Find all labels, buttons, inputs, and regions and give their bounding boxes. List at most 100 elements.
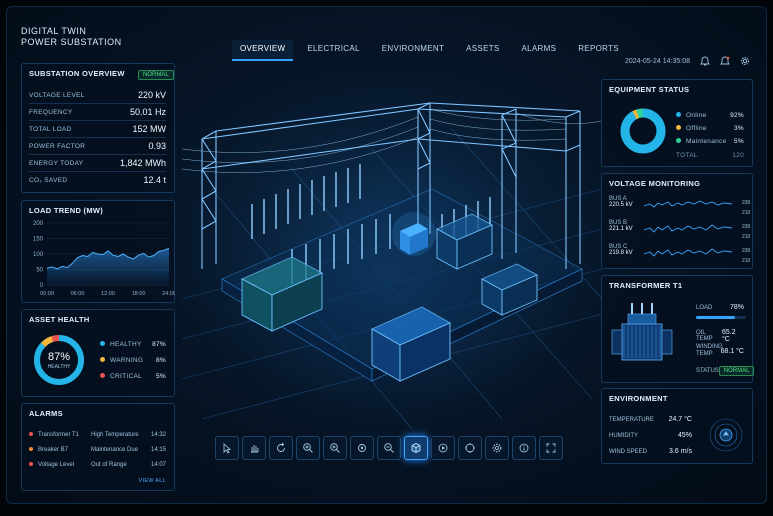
env-value: 24.7 °C [668, 416, 692, 423]
alarm-device: Transformer T1 [38, 432, 80, 438]
cube-icon [411, 443, 421, 453]
env-label: WIND SPEED [609, 448, 648, 455]
gear-icon[interactable] [740, 56, 750, 66]
health-legend-item: HEALTHY 87% [100, 341, 166, 348]
asset-health-title: ASSET HEALTH [29, 315, 90, 324]
bus-tick: 210 [742, 258, 751, 264]
status-badge: NORMAL [138, 70, 174, 80]
equipment-panel: EQUIPMENT STATUS Online 92% Offline 3% Mai… [601, 79, 753, 167]
load-trend-chart: 200 150 100 50 0 00:00 06:00 12:00 18:00 24:00 [33, 221, 175, 297]
zoom-in-alt-button[interactable] [323, 436, 347, 460]
x-tick-label: 24:00 [162, 291, 175, 297]
bus-value: 220.5 kV [609, 202, 633, 208]
env-row: HUMIDITY 45% [609, 432, 692, 439]
alarm-message: High Temperature [91, 432, 139, 438]
view-all-link[interactable]: VIEW ALL [139, 478, 166, 484]
radar-icon [709, 418, 743, 452]
equipment-legend-item: Maintenance 5% [676, 138, 744, 145]
tab-environment[interactable]: ENVIRONMENT [374, 40, 452, 61]
gear-icon [492, 443, 502, 453]
play-button[interactable] [431, 436, 455, 460]
substation-3d-view[interactable] [182, 69, 602, 439]
info-button[interactable] [512, 436, 536, 460]
row-value: 152 MW [132, 124, 166, 134]
alarms-title: ALARMS [29, 409, 63, 418]
equipment-legend-item: Online 92% [676, 112, 744, 119]
x-tick-label: 12:00 [101, 291, 115, 297]
brand-title: DIGITAL TWIN [21, 26, 87, 36]
zoom-in-button[interactable] [296, 436, 320, 460]
zoom-out-icon [384, 443, 394, 453]
row-value: 220 kV [137, 90, 166, 100]
asset-health-panel: ASSET HEALTH 87% HEALTHY HEALTHY 87% WARN… [21, 309, 175, 397]
zoom-out-button[interactable] [377, 436, 401, 460]
hand-icon [251, 445, 259, 453]
brand: DIGITAL TWIN POWER SUBSTATION [21, 26, 122, 48]
oil-temp-row: OIL TEMP 65.2 °C [696, 329, 744, 343]
settings-button[interactable] [485, 436, 509, 460]
3d-view-button[interactable] [404, 436, 428, 460]
y-tick-label: 50 [36, 268, 43, 274]
legend-label: WARNING [110, 357, 144, 364]
view-toolbar [215, 436, 563, 460]
alarm-dot [29, 447, 33, 451]
transformer-panel: TRANSFORMER T1 LOAD 78% OIL TEMP 65.2 °C W… [601, 275, 755, 383]
alarm-time: 14:07 [150, 462, 166, 468]
tab-electrical[interactable]: ELECTRICAL [299, 40, 367, 61]
row-value: 50.01 Hz [129, 107, 166, 117]
alarm-item[interactable]: Breaker B7 Maintenance Due 14:15 [29, 447, 166, 453]
pan-tool-button[interactable] [242, 436, 266, 460]
row-label: TOTAL LOAD [29, 125, 72, 133]
legend-value: 8% [156, 357, 166, 364]
equipment-donut [620, 108, 666, 154]
overview-title: SUBSTATION OVERVIEW [29, 69, 125, 78]
overview-row: VOLTAGE LEVEL 220 kV [29, 90, 166, 100]
row-value: 1,842 MWh [119, 158, 166, 168]
main-nav: OVERVIEW ELECTRICAL ENVIRONMENT ASSETS A… [232, 40, 633, 61]
load-trend-title: LOAD TREND (MW) [29, 206, 104, 215]
tab-reports[interactable]: REPORTS [570, 40, 627, 61]
target-button[interactable] [458, 436, 482, 460]
bell-icon[interactable] [700, 56, 710, 66]
overview-row: CO₂ SAVED 12.4 t [29, 175, 166, 185]
target-icon [465, 443, 475, 453]
transformer-icon [611, 303, 673, 361]
alert-icon[interactable] [720, 56, 730, 66]
zoom-fit-button[interactable] [350, 436, 374, 460]
equipment-title: EQUIPMENT STATUS [609, 85, 690, 94]
env-label: TEMPERATURE [609, 416, 654, 423]
tab-assets[interactable]: ASSETS [458, 40, 507, 61]
legend-value: 3% [734, 125, 744, 132]
fullscreen-button[interactable] [539, 436, 563, 460]
bus-tick: 230 [742, 200, 751, 206]
fullscreen-icon [546, 443, 556, 453]
oil-value: 65.2 °C [722, 329, 736, 343]
alarm-dot [29, 462, 33, 466]
tab-overview[interactable]: OVERVIEW [232, 40, 294, 61]
alarm-message: Maintenance Due [91, 447, 139, 453]
tab-alarms[interactable]: ALARMS [514, 40, 565, 61]
alarm-time: 14:15 [150, 447, 166, 453]
play-icon [438, 443, 448, 453]
legend-dot [676, 125, 681, 130]
cursor-tool-button[interactable] [215, 436, 239, 460]
oil-label: OIL TEMP [696, 330, 713, 342]
datetime: 2024-05-24 14:35:08 [625, 57, 690, 65]
legend-dot [100, 357, 105, 362]
info-icon [519, 443, 529, 453]
winding-label: WINDING TEMP [696, 344, 723, 358]
rotate-tool-button[interactable] [269, 436, 293, 460]
zoom-fit-icon [358, 444, 366, 452]
alarm-item[interactable]: Transformer T1 High Temperature 14:32 [29, 432, 166, 438]
y-tick-label: 100 [33, 252, 44, 258]
legend-dot [676, 138, 681, 143]
legend-label: HEALTHY [110, 341, 142, 348]
overview-row: FREQUENCY 50.01 Hz [29, 107, 166, 117]
equipment-total: TOTAL 120 [676, 152, 744, 159]
zoom-in-alt-icon [330, 443, 340, 453]
x-tick-label: 06:00 [71, 291, 85, 297]
health-legend-item: CRITICAL 5% [100, 373, 166, 380]
alarm-item[interactable]: Voltage Level Out of Range 14:07 [29, 462, 166, 468]
transformer-title: TRANSFORMER T1 [609, 281, 683, 290]
winding-value: 68.1 °C [720, 348, 744, 355]
